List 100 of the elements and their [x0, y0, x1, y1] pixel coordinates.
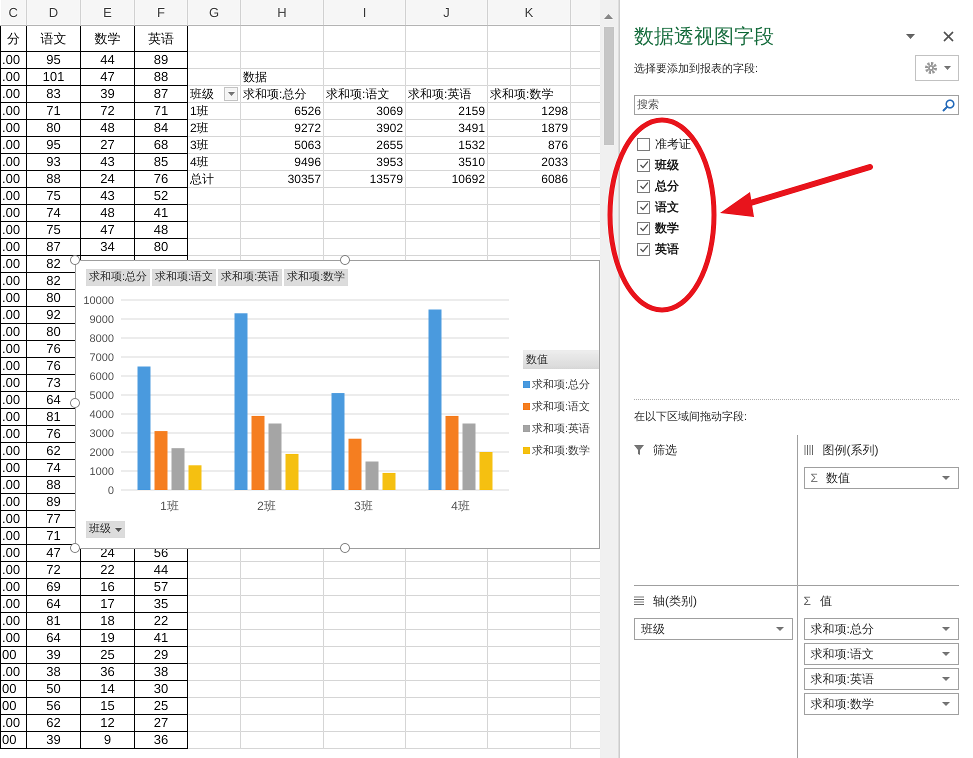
table-cell: 74 [26, 204, 80, 222]
table-header-cell: 分 [0, 26, 26, 52]
pivot-label-cell: 求和项:数学 [488, 86, 570, 102]
resize-handle[interactable] [70, 398, 80, 408]
sigma-icon: Σ [804, 595, 811, 607]
table-cell: 75 [26, 188, 80, 204]
legend-field-button[interactable]: 数值 [523, 350, 599, 369]
table-cell: .00 [0, 442, 26, 460]
area-label: 轴(类别) [653, 592, 697, 610]
field-label[interactable]: 英语 [655, 240, 679, 258]
scroll-up-icon[interactable] [604, 14, 613, 19]
axis-tick-label: 5000 [90, 390, 114, 402]
field-button[interactable]: 求和项:数学 [284, 269, 348, 286]
caret-icon[interactable] [115, 528, 122, 532]
gear-icon[interactable] [924, 61, 938, 75]
category-label: 1班 [160, 499, 179, 513]
column-header[interactable]: J [406, 0, 488, 26]
table-cell: 9 [80, 732, 134, 748]
table-cell: 35 [134, 596, 188, 612]
caret-icon[interactable] [942, 702, 950, 706]
table-cell: 81 [26, 612, 80, 630]
pivot-chart[interactable]: 求和项:总分 求和项:语文 求和项:英语 求和项:数学 0 1000 2000 3000 4000 5000 6000 7000 8000 9000 10000 1班 2班 3班 4班 数值 求和项:总分 求和项:语文 求和项:英语 求和项:数学 班级 [75, 260, 600, 549]
table-cell: 43 [80, 188, 134, 204]
caret-icon[interactable] [942, 476, 950, 480]
caret-icon[interactable] [776, 627, 784, 631]
bar [480, 452, 492, 490]
field-label[interactable]: 准考证 [655, 136, 691, 152]
axis-field-button[interactable]: 班级 [86, 521, 125, 538]
pane-prompt: 选择要添加到报表的字段: [634, 62, 758, 76]
axis-tick-label: 3000 [90, 428, 114, 440]
table-cell: 43 [80, 154, 134, 170]
table-cell: 25 [80, 646, 134, 664]
table-cell: 38 [26, 664, 80, 680]
table-cell: 00 [0, 732, 26, 748]
field-label[interactable]: 总分 [655, 178, 679, 194]
table-cell: 87 [134, 86, 188, 102]
table-cell: 18 [80, 612, 134, 630]
table-cell: 22 [80, 562, 134, 578]
caret-icon[interactable] [228, 92, 234, 96]
bar [188, 465, 202, 490]
field-label[interactable]: 数学 [655, 220, 679, 236]
legend-label: 求和项:英语 [532, 422, 590, 436]
pivot-label-cell: 求和项:总分 [240, 86, 324, 102]
column-header[interactable]: F [134, 0, 188, 26]
table-cell: 48 [80, 120, 134, 136]
settings-button[interactable] [915, 55, 959, 81]
column-header[interactable]: E [80, 0, 134, 26]
resize-handle[interactable] [340, 543, 350, 553]
table-cell: 39 [26, 646, 80, 664]
column-header[interactable]: H [240, 0, 324, 26]
column-header[interactable]: C [0, 0, 26, 26]
field-label[interactable]: 语文 [655, 198, 679, 216]
field-label[interactable]: 班级 [655, 156, 679, 174]
column-header[interactable]: K [488, 0, 570, 26]
field-button[interactable]: 求和项:语文 [152, 269, 216, 286]
legend-label: 求和项:语文 [532, 400, 590, 414]
table-cell: 27 [134, 714, 188, 732]
column-header[interactable]: G [188, 0, 240, 26]
caret-icon[interactable] [942, 677, 950, 681]
legend-label: 求和项:数学 [532, 444, 590, 458]
resize-handle[interactable] [70, 255, 80, 265]
vertical-scrollbar[interactable] [600, 0, 619, 758]
field-button[interactable]: 求和项:英语 [218, 269, 282, 286]
caret-icon[interactable] [944, 66, 950, 70]
checkbox[interactable] [637, 138, 650, 150]
axis-tick-label: 10000 [83, 295, 114, 307]
scrollbar-thumb[interactable] [604, 27, 614, 145]
search-field[interactable]: 搜索 [634, 95, 959, 115]
table-cell: 38 [134, 664, 188, 680]
table-cell: .00 [0, 120, 26, 136]
table-cell: .00 [0, 290, 26, 306]
resize-handle[interactable] [70, 543, 80, 553]
table-cell: 39 [80, 86, 134, 102]
search-icon[interactable] [942, 99, 955, 112]
caret-icon[interactable] [942, 652, 950, 656]
table-cell: 15 [80, 698, 134, 714]
area-label: 图例(系列) [822, 442, 878, 458]
close-icon[interactable] [943, 30, 954, 42]
pivot-label-cell: 求和项:英语 [406, 86, 488, 102]
table-cell: .00 [0, 358, 26, 374]
pivot-value-cell: 3510 [406, 154, 488, 170]
area-label: 筛选 [653, 442, 677, 458]
table-cell: .00 [0, 188, 26, 204]
table-cell: .00 [0, 170, 26, 188]
table-cell: 88 [134, 68, 188, 86]
pivot-value-cell: 1298 [488, 102, 570, 120]
caret-icon[interactable] [942, 627, 950, 631]
filter-dropdown-button[interactable] [224, 87, 238, 101]
table-cell: 56 [26, 698, 80, 714]
axis-tick-label: 9000 [90, 314, 114, 326]
column-header[interactable]: I [324, 0, 406, 26]
table-cell: 39 [26, 732, 80, 748]
table-cell: .00 [0, 324, 26, 340]
field-button[interactable]: 求和项:总分 [86, 269, 150, 286]
column-header[interactable]: D [26, 0, 80, 26]
caret-icon[interactable] [906, 34, 915, 38]
table-cell: 36 [134, 732, 188, 748]
drag-prompt: 在以下区域间拖动字段: [634, 399, 959, 435]
area-field-item[interactable]: 数值 [826, 470, 934, 486]
table-cell: 95 [26, 136, 80, 154]
